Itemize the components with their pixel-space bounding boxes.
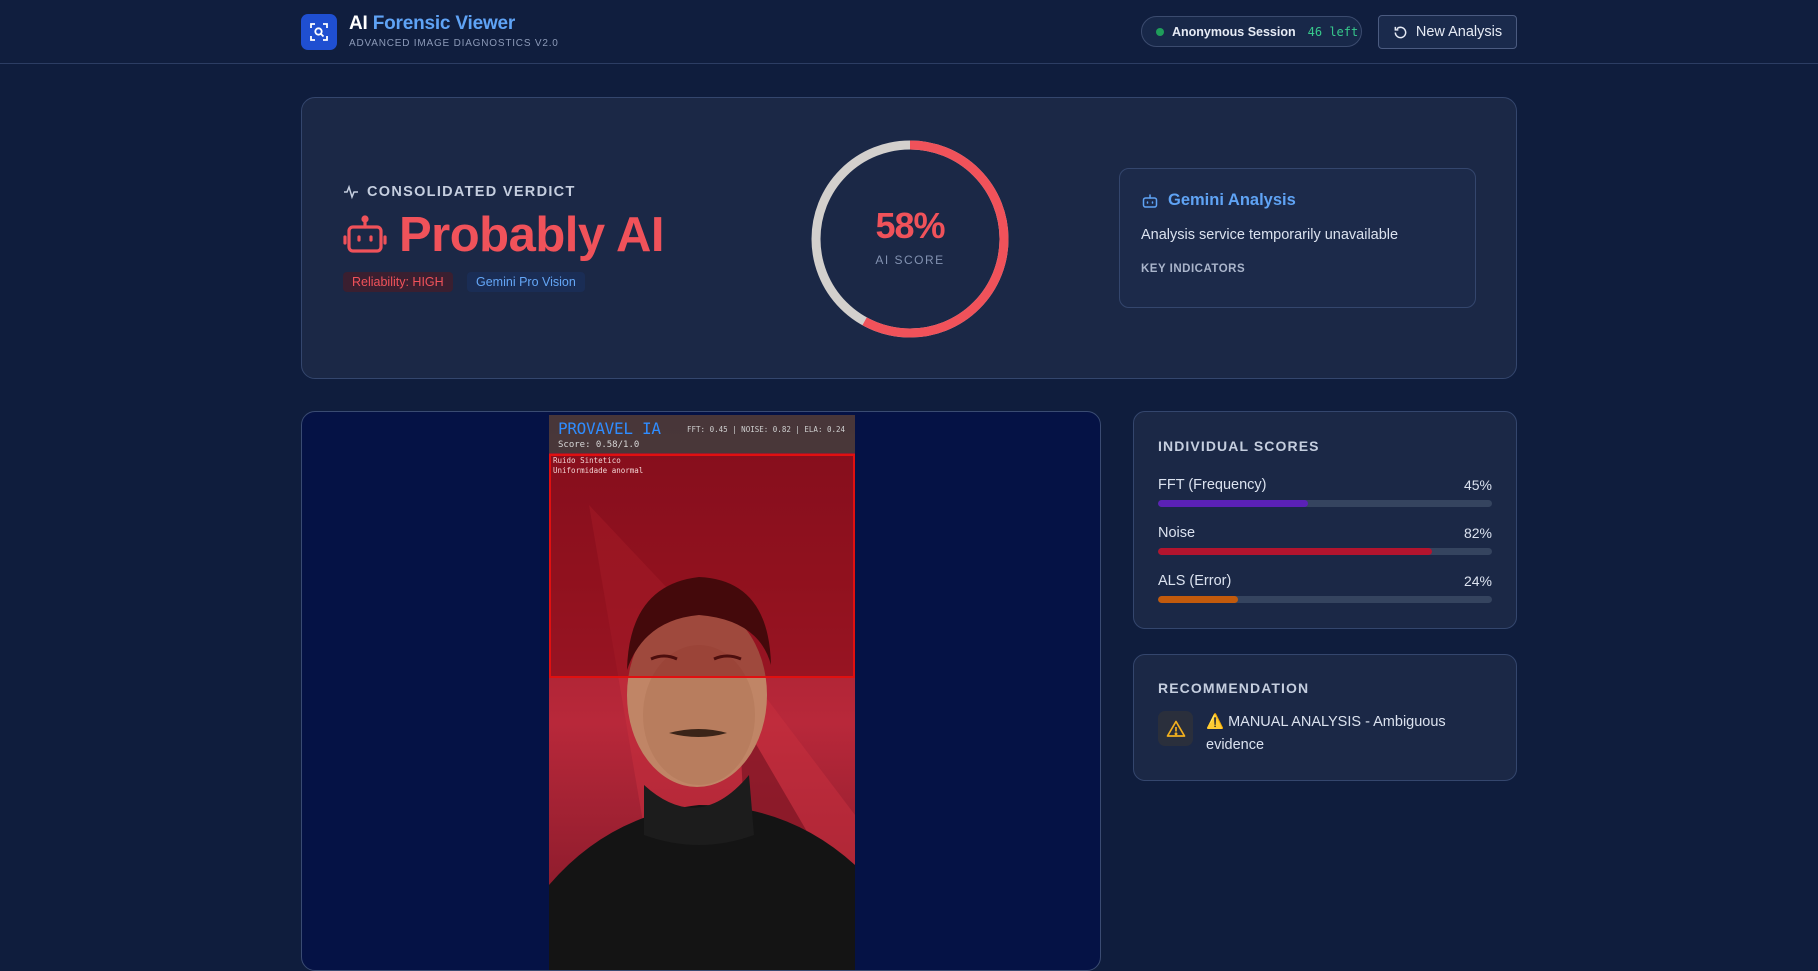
app-title-prefix: AI (349, 13, 368, 34)
session-remaining: 46 left (1307, 24, 1359, 39)
image-viewer-panel: Ruido Sintetico Uniformidade anormal PRO… (301, 411, 1101, 971)
score-bar-noise (1158, 548, 1492, 555)
key-indicators-heading: KEY INDICATORS (1141, 263, 1246, 275)
score-fill-als (1158, 596, 1239, 603)
app-subtitle: ADVANCED IMAGE DIAGNOSTICS V2.0 (349, 38, 559, 49)
verdict-text: Probably AI (399, 208, 664, 262)
individual-scores-heading: INDIVIDUAL SCORES (1158, 438, 1320, 454)
bot-icon (1142, 193, 1158, 208)
verdict-result: Probably AI (343, 207, 664, 263)
app-title-main: Forensic Viewer (372, 13, 516, 34)
score-name-fft: FFT (Frequency) (1158, 477, 1267, 493)
session-indicator: Anonymous Session 46 left (1141, 16, 1362, 47)
model-badge: Gemini Pro Vision (467, 272, 585, 292)
gemini-analysis-title: Gemini Analysis (1141, 191, 1296, 210)
activity-icon (344, 184, 358, 200)
logo-scan-icon (301, 14, 337, 50)
warning-icon (1158, 711, 1193, 746)
new-analysis-button[interactable]: New Analysis (1378, 15, 1517, 49)
analyzed-image: Ruido Sintetico Uniformidade anormal PRO… (549, 415, 855, 970)
recommendation-text: ⚠️ MANUAL ANALYSIS - Ambiguous evidence (1206, 714, 1446, 753)
robot-icon (343, 215, 387, 253)
overlay-metrics: FFT: 0.45 | NOISE: 0.82 | ELA: 0.24 (687, 425, 846, 434)
score-bar-fft (1158, 500, 1492, 507)
verdict-heading-text: CONSOLIDATED VERDICT (367, 184, 576, 200)
ai-score-label: AI SCORE (875, 253, 945, 267)
ai-score-value: 58% (875, 205, 945, 246)
session-status-dot (1156, 27, 1164, 36)
score-name-als: ALS (Error) (1158, 573, 1232, 589)
score-name-noise: Noise (1158, 525, 1196, 541)
image-overlay-header: PROVAVEL IA FFT: 0.45 | NOISE: 0.82 | EL… (549, 415, 855, 453)
refresh-icon (1394, 26, 1407, 38)
score-fill-fft (1158, 500, 1309, 507)
score-pct-fft: 45% (1463, 477, 1492, 493)
reliability-badge: Reliability: HIGH (343, 272, 453, 292)
app-header: AI Forensic Viewer ADVANCED IMAGE DIAGNO… (0, 0, 1818, 64)
score-pct-als: 24% (1463, 573, 1492, 589)
overlay-verdict: PROVAVEL IA (558, 419, 661, 438)
session-label: Anonymous Session (1172, 24, 1296, 39)
roi-label-2: Uniformidade anormal (553, 466, 644, 475)
score-pct-noise: 82% (1463, 525, 1492, 541)
app-title: AI Forensic Viewer (349, 13, 515, 35)
roi-label-1: Ruido Sintetico (553, 456, 621, 465)
verdict-heading: CONSOLIDATED VERDICT (343, 184, 576, 200)
score-fill-noise (1158, 548, 1432, 555)
score-bar-als (1158, 596, 1492, 603)
gemini-analysis-title-text: Gemini Analysis (1168, 191, 1296, 209)
gemini-status-text: Analysis service temporarily unavailable (1141, 227, 1399, 243)
new-analysis-label: New Analysis (1415, 24, 1503, 40)
overlay-score: Score: 0.58/1.0 (558, 440, 640, 450)
recommendation-heading: RECOMMENDATION (1158, 680, 1310, 696)
suspicious-region-box[interactable]: Ruido Sintetico Uniformidade anormal (549, 454, 855, 678)
